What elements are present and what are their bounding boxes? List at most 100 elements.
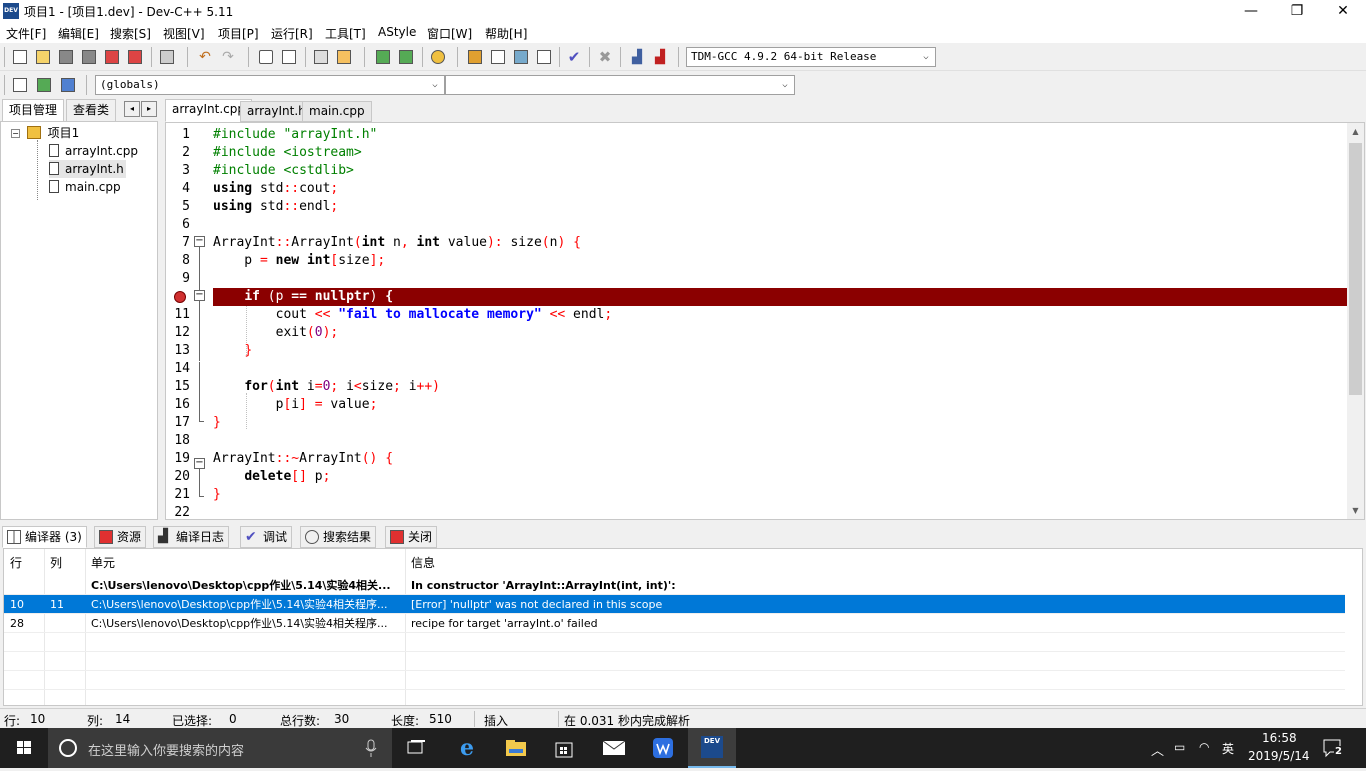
column-header-unit[interactable]: 单元	[91, 554, 115, 571]
print-icon[interactable]	[157, 47, 177, 67]
project-options-icon[interactable]	[428, 47, 448, 67]
save-all-icon[interactable]	[79, 47, 99, 67]
mail-icon[interactable]	[590, 728, 638, 768]
menu-view[interactable]: 视图[V]	[163, 25, 205, 42]
goto-line-icon[interactable]	[334, 47, 354, 67]
wifi-icon[interactable]: ◠	[1199, 740, 1209, 754]
insert-icon[interactable]	[10, 75, 30, 95]
tab-main-cpp[interactable]: main.cpp	[302, 101, 372, 122]
taskbar-search-box[interactable]: 在这里输入你要搜索的内容	[48, 728, 392, 768]
tree-project-node[interactable]: − 项目1	[11, 124, 79, 142]
collapse-icon[interactable]: −	[11, 129, 20, 138]
replace-icon[interactable]	[279, 47, 299, 67]
tab-scroll-left-icon[interactable]: ◂	[124, 101, 140, 117]
close-button[interactable]: ✕	[1320, 0, 1366, 23]
clock-time[interactable]: 16:58	[1262, 731, 1297, 745]
scrollbar-thumb[interactable]	[1349, 143, 1362, 395]
menu-help[interactable]: 帮助[H]	[485, 25, 527, 42]
notification-count: 2	[1334, 746, 1343, 757]
cell-line: 10	[10, 598, 24, 611]
tree-file-arrayint-h[interactable]: arrayInt.h	[49, 160, 126, 178]
undo-icon[interactable]: ↶	[195, 47, 215, 67]
run-icon[interactable]	[488, 47, 508, 67]
battery-icon[interactable]: ▭	[1174, 740, 1185, 754]
find-icon[interactable]	[256, 47, 276, 67]
menu-tools[interactable]: 工具[T]	[325, 25, 366, 42]
menu-astyle[interactable]: AStyle	[378, 25, 416, 39]
tab-scroll-right-icon[interactable]: ▸	[141, 101, 157, 117]
menu-run[interactable]: 运行[R]	[271, 25, 313, 42]
rebuild-icon[interactable]	[534, 47, 554, 67]
fold-toggle-icon[interactable]: −	[194, 236, 205, 247]
code-line: cout << "fail to mallocate memory" << en…	[213, 307, 613, 322]
table-row[interactable]: C:\Users\lenovo\Desktop\cpp作业\5.14\实验4相关…	[4, 576, 1345, 595]
profile-delete-icon[interactable]: ▟	[650, 47, 670, 67]
close-all-icon[interactable]	[125, 47, 145, 67]
tree-file-main-cpp[interactable]: main.cpp	[49, 178, 121, 196]
add-to-project-icon[interactable]	[373, 47, 393, 67]
scroll-down-icon[interactable]: ▼	[1347, 502, 1364, 519]
open-file-icon[interactable]	[33, 47, 53, 67]
table-row[interactable]: 28 C:\Users\lenovo\Desktop\cpp作业\5.14\实验…	[4, 614, 1345, 633]
tree-file-arrayint-cpp[interactable]: arrayInt.cpp	[49, 142, 138, 160]
remove-from-project-icon[interactable]	[396, 47, 416, 67]
tab-close[interactable]: 关闭	[385, 526, 438, 548]
line-number: 8	[182, 253, 190, 268]
menu-search[interactable]: 搜索[S]	[110, 25, 151, 42]
ime-indicator[interactable]: 英	[1222, 740, 1234, 757]
tab-resources[interactable]: 资源	[94, 526, 147, 548]
edge-browser-icon[interactable]: e	[443, 728, 491, 768]
menu-window[interactable]: 窗口[W]	[427, 25, 472, 42]
minimize-button[interactable]: —	[1228, 0, 1274, 23]
toggle-bookmark-icon[interactable]	[311, 47, 331, 67]
chart-icon[interactable]: ▟	[627, 47, 647, 67]
stop-icon[interactable]: ✖	[595, 47, 615, 67]
cell-line: 28	[10, 617, 24, 630]
redo-icon[interactable]: ↷	[218, 47, 238, 67]
member-select[interactable]: ⌵	[445, 75, 795, 95]
tab-compiler[interactable]: 编译器 (3)	[2, 526, 87, 548]
editor-vertical-scrollbar[interactable]: ▲ ▼	[1347, 123, 1364, 519]
new-file-icon[interactable]	[10, 47, 30, 67]
column-header-col[interactable]: 列	[50, 554, 62, 571]
compile-icon[interactable]	[465, 47, 485, 67]
tab-debug[interactable]: ✔ 调试	[240, 526, 293, 548]
status-length-value: 510	[429, 712, 452, 726]
tab-class-browser[interactable]: 查看类	[66, 99, 117, 121]
tab-compile-log[interactable]: ▟ 编译日志	[153, 526, 230, 548]
column-header-line[interactable]: 行	[10, 554, 22, 571]
code-line: ArrayInt::~ArrayInt() {	[213, 451, 394, 466]
scroll-up-icon[interactable]: ▲	[1347, 123, 1364, 140]
column-header-message[interactable]: 信息	[411, 554, 435, 571]
table-row-selected[interactable]: 10 11 C:\Users\lenovo\Desktop\cpp作业\5.14…	[4, 595, 1345, 614]
tray-expand-icon[interactable]: ︿	[1151, 740, 1164, 759]
toggle-icon[interactable]	[58, 75, 78, 95]
goto-icon[interactable]	[34, 75, 54, 95]
compiler-select[interactable]: TDM-GCC 4.9.2 64-bit Release ⌵	[686, 47, 936, 67]
search-icon	[305, 530, 319, 544]
fold-toggle-icon[interactable]: −	[194, 290, 205, 301]
file-explorer-icon[interactable]	[492, 728, 540, 768]
store-icon[interactable]	[540, 728, 588, 768]
tab-search-results[interactable]: 搜索结果	[300, 526, 377, 548]
microphone-icon[interactable]	[364, 738, 378, 758]
wps-office-icon[interactable]	[639, 728, 687, 768]
scope-select[interactable]: (globals) ⌵	[95, 75, 445, 95]
tab-arrayint-cpp[interactable]: arrayInt.cpp	[165, 99, 252, 122]
notification-center-icon[interactable]: 2	[1322, 737, 1344, 759]
clock-date[interactable]: 2019/5/14	[1248, 749, 1310, 763]
menu-project[interactable]: 项目[P]	[218, 25, 259, 42]
syntax-check-icon[interactable]: ✔	[564, 47, 584, 67]
start-button[interactable]	[0, 728, 48, 768]
menu-edit[interactable]: 编辑[E]	[58, 25, 99, 42]
devcpp-taskbar-icon[interactable]: DEV	[688, 728, 736, 768]
menu-file[interactable]: 文件[F]	[6, 25, 46, 42]
task-view-icon[interactable]	[392, 728, 440, 768]
code-editor[interactable]: 12345678910111213141516171819202122 − − …	[165, 122, 1365, 520]
tab-project-manager[interactable]: 项目管理	[2, 99, 65, 122]
save-icon[interactable]	[56, 47, 76, 67]
close-file-icon[interactable]	[102, 47, 122, 67]
compile-run-icon[interactable]	[511, 47, 531, 67]
fold-toggle-icon[interactable]: −	[194, 458, 205, 469]
maximize-button[interactable]: ❐	[1274, 0, 1320, 23]
